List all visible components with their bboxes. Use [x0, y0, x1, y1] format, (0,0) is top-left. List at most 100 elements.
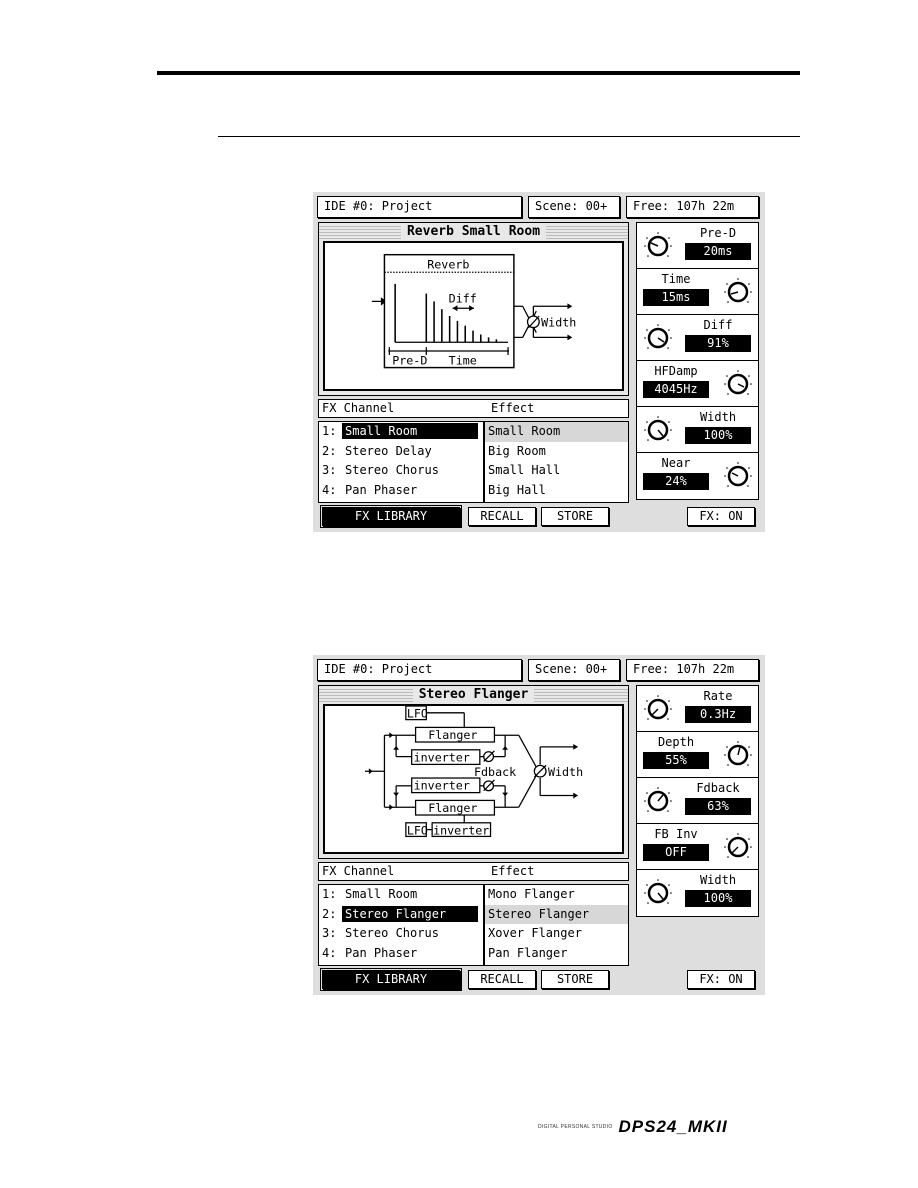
knob-icon[interactable]	[643, 694, 673, 724]
param-diff: Diff 91%	[637, 315, 758, 361]
param-near: Near 24%	[637, 453, 758, 499]
output-arrow-bottom	[573, 792, 579, 799]
header-rule-thick	[157, 71, 800, 75]
fx-channel-item[interactable]: 3: Stereo Chorus	[319, 461, 483, 481]
effect-item[interactable]: Big Hall	[485, 481, 628, 501]
effect-panel: Stereo Flanger LFO Flanger inverter Fdba…	[318, 685, 629, 859]
inverter-label: inverter	[414, 750, 470, 764]
param-value[interactable]: OFF	[643, 844, 709, 861]
param-panel: Rate 0.3Hz Depth 55% Fdback 63% FB Inv O…	[636, 685, 759, 917]
param-value[interactable]: 0.3Hz	[685, 706, 751, 723]
fx-library-button[interactable]: FX LIBRARY	[320, 505, 462, 528]
fx-channel-item[interactable]: 4: Pan Phaser	[319, 944, 483, 964]
fx-on-button[interactable]: FX: ON	[687, 507, 755, 526]
param-value[interactable]: 100%	[685, 890, 751, 907]
param-value[interactable]: 63%	[685, 798, 751, 815]
brand-tagline: DIGITAL PERSONAL STUDIO	[538, 1124, 613, 1130]
effect-item[interactable]: Xover Flanger	[485, 924, 628, 944]
output-arrow-top	[567, 303, 573, 310]
inverter-label: inverter	[433, 823, 489, 837]
effect-item[interactable]: Pan Flanger	[485, 944, 628, 964]
param-width: Width 100%	[637, 407, 758, 453]
free-time: Free: 107h 22m	[626, 659, 759, 681]
knob-icon[interactable]	[643, 786, 673, 816]
param-value[interactable]: 15ms	[643, 289, 709, 306]
knob-icon[interactable]	[643, 415, 673, 445]
effect-item[interactable]: Small Hall	[485, 461, 628, 481]
param-value[interactable]: 4045Hz	[643, 381, 709, 398]
param-label: Width	[699, 873, 737, 887]
param-label: Rate	[703, 689, 733, 703]
fx-channel-header: FX Channel	[322, 864, 395, 878]
effect-item[interactable]: Big Room	[485, 442, 628, 462]
fdback-label: Fdback	[474, 765, 516, 779]
inverter-label: inverter	[414, 779, 470, 793]
param-value[interactable]: 55%	[643, 752, 709, 769]
fx-screen-reverb: IDE #0: Project Scene: 00+ Free: 107h 22…	[313, 192, 765, 532]
fx-channel-item[interactable]: 4: Pan Phaser	[319, 481, 483, 501]
fx-channel-header: FX Channel	[322, 401, 395, 415]
header-rule-thin	[218, 136, 800, 137]
reverb-block-label: Reverb	[427, 257, 469, 271]
fx-channel-item[interactable]: 3: Stereo Chorus	[319, 924, 483, 944]
fx-library-button[interactable]: FX LIBRARY	[320, 968, 462, 991]
recall-button[interactable]: RECALL	[468, 507, 536, 526]
scene-indicator: Scene: 00+	[528, 659, 620, 681]
param-depth: Depth 55%	[637, 732, 758, 778]
output-arrow-top	[573, 743, 579, 750]
knob-icon[interactable]	[643, 878, 673, 908]
fx-channel-list: 1: Small Room 2: Stereo Delay 3: Stereo Cho…	[318, 421, 484, 503]
store-button[interactable]: STORE	[541, 970, 609, 989]
flanger-label: Flanger	[428, 728, 477, 742]
knob-icon[interactable]	[723, 277, 753, 307]
time-label: Time	[449, 354, 477, 368]
param-panel: Pre-D 20ms Time 15ms Diff 91% HFDamp 404…	[636, 222, 759, 500]
fx-channel-item[interactable]: 2: Stereo Flanger	[319, 905, 483, 925]
fx-channel-list: 1: Small Room 2: Stereo Flanger 3: Stereo C…	[318, 884, 484, 966]
param-value[interactable]: 91%	[685, 335, 751, 352]
fx-list-header: FX Channel Effect	[318, 862, 629, 881]
effect-list: Small Room Big Room Small Hall Big Hall	[484, 421, 629, 503]
param-label: FB Inv	[654, 827, 698, 841]
param-fb-inv: FB Inv OFF	[637, 824, 758, 870]
effect-item[interactable]: Mono Flanger	[485, 885, 628, 905]
param-hfdamp: HFDamp 4045Hz	[637, 361, 758, 407]
fx-channel-item[interactable]: 1: Small Room	[319, 422, 483, 442]
fx-channel-item[interactable]: 2: Stereo Delay	[319, 442, 483, 462]
store-button[interactable]: STORE	[541, 507, 609, 526]
param-pred: Pre-D 20ms	[637, 223, 758, 269]
param-label: HFDamp	[654, 364, 698, 378]
param-value[interactable]: 24%	[643, 473, 709, 490]
effect-panel: Reverb Small Room Reverb Diff Pre-D Time…	[318, 222, 629, 396]
param-time: Time 15ms	[637, 269, 758, 315]
brand-name: DPS24_MKII	[618, 1117, 728, 1136]
flanger-diagram-svg: LFO Flanger inverter Fdback Width invert…	[364, 706, 583, 837]
param-label: Diff	[703, 318, 733, 332]
knob-icon[interactable]	[723, 740, 753, 770]
knob-icon[interactable]	[723, 369, 753, 399]
knob-icon[interactable]	[723, 461, 753, 491]
param-label: Pre-D	[699, 226, 737, 240]
param-width: Width 100%	[637, 870, 758, 916]
knob-icon[interactable]	[643, 231, 673, 261]
effect-item[interactable]: Stereo Flanger	[485, 904, 628, 924]
lfo-label: LFO	[407, 707, 428, 721]
param-label: Fdback	[696, 781, 740, 795]
knob-icon[interactable]	[723, 832, 753, 862]
fx-channel-item[interactable]: 1: Small Room	[319, 885, 483, 905]
brand-logo: DIGITAL PERSONAL STUDIO DPS24_MKII	[538, 1117, 728, 1137]
param-value[interactable]: 20ms	[685, 243, 751, 260]
fx-on-button[interactable]: FX: ON	[687, 970, 755, 989]
param-fdback: Fdback 63%	[637, 778, 758, 824]
param-value[interactable]: 100%	[685, 427, 751, 444]
effect-title: Stereo Flanger	[319, 687, 628, 703]
param-label: Depth	[657, 735, 695, 749]
fx-screen-flanger: IDE #0: Project Scene: 00+ Free: 107h 22…	[313, 655, 765, 995]
scene-indicator: Scene: 00+	[528, 196, 620, 218]
knob-icon[interactable]	[643, 323, 673, 353]
effect-item[interactable]: Small Room	[485, 422, 628, 442]
project-name: IDE #0: Project	[317, 196, 522, 218]
effect-header: Effect	[491, 864, 535, 878]
effect-list: Mono Flanger Stereo Flanger Xover Flange…	[484, 884, 629, 966]
recall-button[interactable]: RECALL	[468, 970, 536, 989]
